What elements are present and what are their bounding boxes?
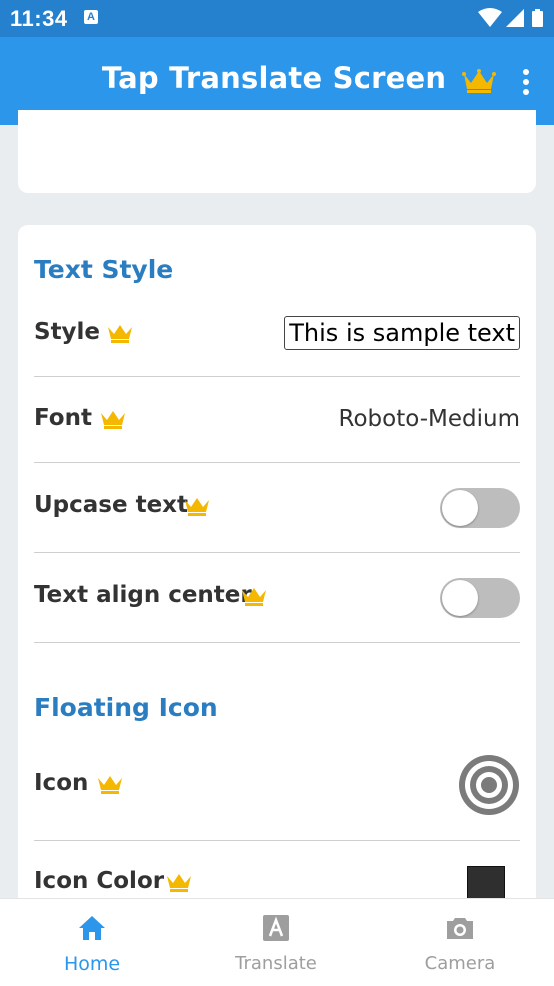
nav-item-home[interactable]: Home — [0, 899, 184, 986]
section-title-floating-icon: Floating Icon — [34, 693, 218, 722]
status-bar: 11:34 A — [0, 0, 554, 37]
crown-icon — [108, 325, 132, 343]
camera-icon — [447, 918, 473, 939]
toggle-knob — [442, 580, 478, 616]
setting-row-style[interactable]: Style This is sample text — [34, 310, 520, 377]
setting-label: Icon Color — [34, 868, 165, 894]
nav-label: Translate — [235, 953, 317, 974]
wifi-icon — [478, 8, 502, 27]
nav-item-camera[interactable]: Camera — [368, 899, 552, 986]
signal-icon — [506, 9, 524, 27]
font-value: Roboto-Medium — [338, 406, 520, 432]
setting-row-icon[interactable]: Icon — [34, 743, 520, 841]
upcase-toggle[interactable] — [440, 488, 520, 528]
crown-icon — [185, 498, 209, 516]
battery-icon — [532, 9, 543, 27]
sample-text-preview: This is sample text — [284, 316, 520, 350]
nav-label: Home — [63, 953, 121, 975]
home-icon — [79, 916, 105, 940]
status-time: 11:34 — [10, 6, 68, 31]
crown-icon — [167, 874, 191, 892]
divider — [34, 642, 520, 643]
setting-label: Style — [34, 319, 101, 345]
preview-card — [18, 110, 536, 193]
setting-label: Icon — [34, 770, 89, 796]
nav-label: Camera — [424, 953, 496, 974]
bottom-nav: Home Translate Camera — [0, 898, 554, 986]
settings-card: Text Style Style This is sample text Fon… — [18, 225, 536, 925]
nav-item-translate[interactable]: Translate — [184, 899, 368, 986]
setting-row-align-center: Text align center — [34, 552, 520, 643]
notification-badge: A — [84, 10, 98, 24]
system-icons — [478, 8, 546, 28]
setting-label: Font — [34, 405, 92, 431]
setting-row-upcase: Upcase text — [34, 462, 520, 553]
toggle-knob — [442, 490, 478, 526]
setting-label: Text align center — [34, 582, 252, 608]
crown-icon[interactable] — [462, 68, 496, 94]
setting-label: Upcase text — [34, 492, 189, 518]
crown-icon — [98, 776, 122, 794]
more-vert-icon[interactable] — [516, 67, 536, 97]
setting-row-font[interactable]: Font Roboto-Medium — [34, 376, 520, 463]
crown-icon — [242, 588, 266, 606]
target-icon[interactable] — [458, 754, 520, 816]
align-center-toggle[interactable] — [440, 578, 520, 618]
crown-icon — [101, 411, 125, 429]
translate-icon — [263, 915, 289, 941]
section-title-text-style: Text Style — [34, 255, 174, 284]
